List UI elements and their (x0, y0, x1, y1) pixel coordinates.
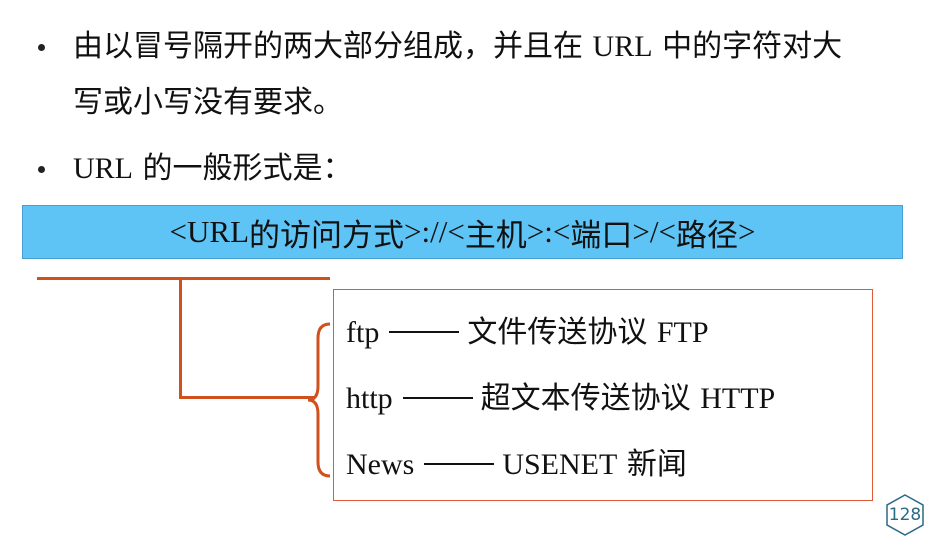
url-open-bracket: < (169, 214, 187, 249)
url-text-host: 主机 (464, 217, 527, 254)
url-sep-port: >:< (526, 214, 571, 249)
protocol-desc: 超文本传送协议 (480, 381, 691, 416)
connector-underline (37, 277, 330, 280)
protocol-abbr: FTP (656, 316, 709, 349)
em-dash (389, 330, 460, 333)
bullet-2-url: URL (73, 152, 133, 185)
protocol-name: News (346, 448, 415, 481)
bullet-1-text-c: 写或小写没有要求。 (73, 85, 343, 120)
protocol-abbr: USENET (502, 448, 618, 481)
bullet-2-text: 的一般形式是： (133, 151, 353, 186)
url-text-url: URL (187, 214, 249, 249)
protocol-row-news: News USENET 新闻 (346, 445, 687, 485)
bullet-1-text-a: 由以冒号隔开的两大部分组成，并且在 (73, 29, 593, 64)
url-text-port: 端口 (570, 217, 633, 254)
bullet-dot-2 (38, 166, 45, 173)
curly-brace-icon (307, 322, 331, 478)
url-text-access-method: 的访问方式 (249, 217, 404, 254)
bullet-1-line-1: 由以冒号隔开的两大部分组成，并且在 URL 中的字符对大 (73, 28, 842, 66)
bullet-dot-1 (38, 44, 45, 51)
url-sep-scheme: >://< (404, 214, 465, 249)
url-close-bracket: > (738, 214, 756, 249)
protocol-name: ftp (346, 316, 380, 349)
em-dash (424, 462, 495, 465)
bullet-2-line: URL 的一般形式是： (73, 150, 353, 188)
protocol-list-box: ftp 文件传送协议 FTP http 超文本传送协议 HTTP News USENE… (333, 289, 873, 501)
em-dash (402, 396, 473, 399)
url-format-box: < URL 的访问方式 >://< 主机 >:< 端口 >/< 路径 > (22, 205, 903, 259)
bullet-1-url: URL (592, 30, 653, 63)
protocol-abbr: HTTP (700, 382, 776, 415)
page-number: 128 (888, 505, 922, 525)
connector-vertical (179, 277, 182, 398)
protocol-name: http (346, 382, 393, 415)
connector-horizontal (179, 396, 314, 399)
bullet-1-line-2: 写或小写没有要求。 (73, 84, 343, 122)
url-text-path: 路径 (676, 217, 738, 254)
protocol-desc: 新闻 (626, 447, 687, 482)
url-sep-path: >/< (632, 214, 676, 249)
protocol-row-ftp: ftp 文件传送协议 FTP (346, 313, 709, 353)
bullet-1-text-b: 中的字符对大 (652, 29, 843, 64)
protocol-desc: 文件传送协议 (467, 315, 648, 350)
protocol-row-http: http 超文本传送协议 HTTP (346, 379, 775, 419)
